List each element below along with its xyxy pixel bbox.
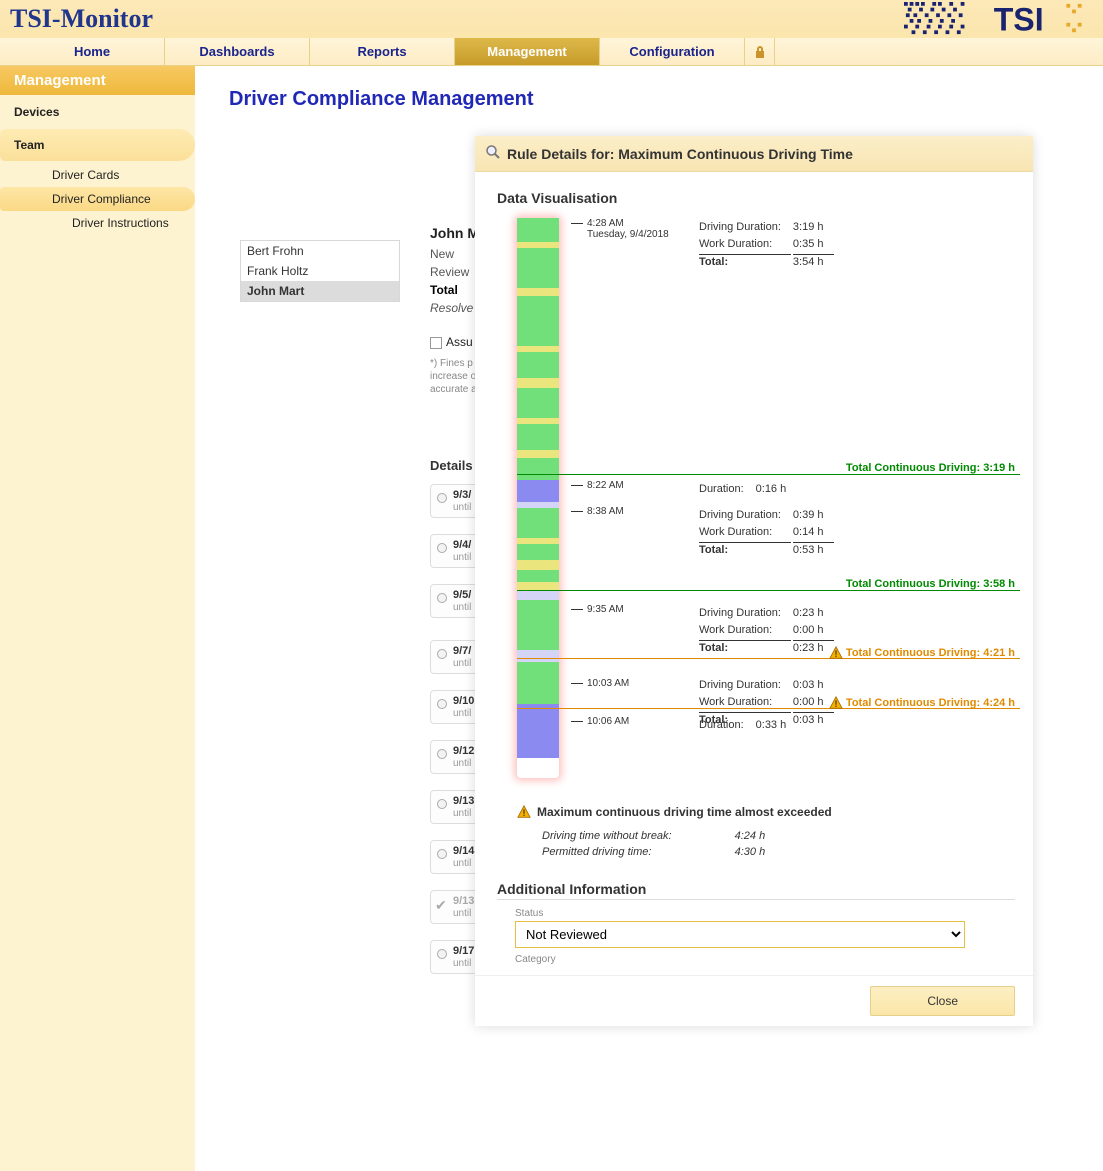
status-field-label: Status [515,908,1015,919]
timestamp-label: 4:28 AM [587,218,624,229]
additional-information: Additional Information Status Not Review… [497,881,1015,965]
assume-checkbox[interactable] [430,337,442,349]
brand-logo: TSI [903,0,1093,38]
svg-text:TSI: TSI [994,2,1044,36]
page-title: Driver Compliance Management [229,88,1083,111]
warning-icon [829,696,843,710]
section-additional-info: Additional Information [497,881,1015,900]
dialog-body[interactable]: Data Visualisation [475,172,1033,975]
duration-block: Driving Duration:0:23 h Work Duration:0:… [697,604,836,658]
assume-label: Assu [446,335,473,349]
warning-icon [829,646,843,660]
driver-list-item[interactable]: Bert Frohn [241,241,399,261]
warning-summary: Maximum continuous driving time almost e… [517,805,1015,861]
sidebar-item-devices[interactable]: Devices [0,95,195,127]
section-data-visualisation: Data Visualisation [497,190,1015,206]
category-field-label: Category [515,954,1015,965]
timestamp-label: 10:06 AM [587,716,629,727]
warning-title: Maximum continuous driving time almost e… [537,805,832,819]
tcd-label: Total Continuous Driving: 4:24 h [829,696,1015,710]
dialog-header: Rule Details for: Maximum Continuous Dri… [475,136,1033,172]
duration-block: Driving Duration:0:39 h Work Duration:0:… [697,506,836,560]
driver-list-item[interactable]: Frank Holtz [241,261,399,281]
duration-block: Driving Duration:3:19 h Work Duration:0:… [697,218,836,272]
tcd-label: Total Continuous Driving: 3:19 h [846,462,1015,474]
main-nav: Home Dashboards Reports Management Confi… [0,38,1103,66]
nav-lock-icon[interactable] [745,38,775,65]
magnifier-icon [485,144,501,163]
details-header: Details [430,458,473,473]
nav-configuration[interactable]: Configuration [600,38,745,65]
timestamp-label: 8:22 AM [587,480,624,491]
dialog-footer: Close [475,975,1033,1026]
tcd-label: Total Continuous Driving: 4:21 h [829,646,1015,660]
app-header: TSI-Monitor TSI [0,0,1103,38]
tcd-label: Total Continuous Driving: 3:58 h [846,578,1015,590]
close-button[interactable]: Close [870,986,1015,1016]
sidebar-item-driver-cards[interactable]: Driver Cards [0,163,195,187]
sidebar-item-team[interactable]: Team [0,129,195,161]
timestamp-label: 9:35 AM [587,604,624,615]
app-logo-text: TSI-Monitor [10,4,153,34]
dialog-title: Rule Details for: Maximum Continuous Dri… [507,146,853,162]
timestamp-label: 8:38 AM [587,506,624,517]
timestamp-date: Tuesday, 9/4/2018 [587,229,669,240]
timeline-viz: 4:28 AMTuesday, 9/4/2018 8:22 AM 8:38 AM… [517,218,1015,783]
nav-management[interactable]: Management [455,38,600,65]
warning-icon [517,805,531,819]
nav-dashboards[interactable]: Dashboards [165,38,310,65]
tsi-logo-icon: TSI [903,2,1093,36]
status-select[interactable]: Not Reviewed [515,921,965,948]
rule-details-dialog: Rule Details for: Maximum Continuous Dri… [475,136,1033,1026]
sidebar-header: Management [0,66,195,95]
sidebar-item-driver-instructions[interactable]: Driver Instructions [0,211,195,235]
nav-reports[interactable]: Reports [310,38,455,65]
sidebar: Management Devices Team Driver Cards Dri… [0,66,195,1171]
duration-block: Duration:0:16 h [697,480,798,499]
driver-list-item[interactable]: John Mart [241,281,399,301]
timestamp-label: 10:03 AM [587,678,629,689]
driver-list: Bert Frohn Frank Holtz John Mart [240,240,400,302]
nav-home[interactable]: Home [20,38,165,65]
sidebar-item-driver-compliance[interactable]: Driver Compliance [0,187,195,211]
duration-block: Duration:0:33 h [697,716,798,735]
